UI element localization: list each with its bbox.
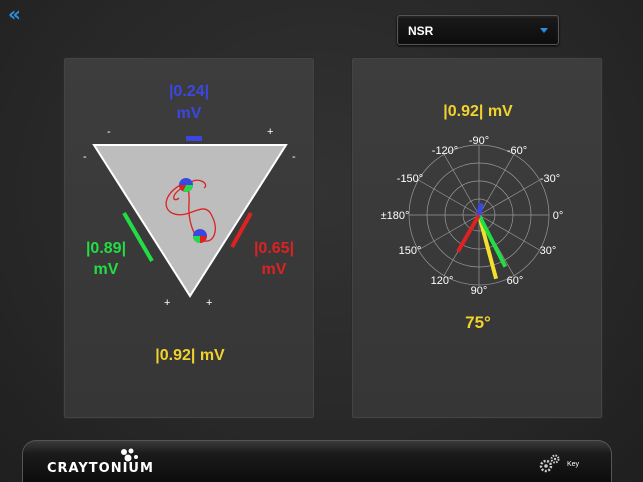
- lead-right-unit: mV: [262, 261, 287, 278]
- vector-III: [456, 213, 481, 253]
- chevron-down-icon: [540, 28, 548, 33]
- footer-bar: CRAYTONIUM Key: [22, 440, 612, 482]
- marker-bottom: [193, 229, 207, 243]
- label-p150: 150°: [399, 245, 422, 257]
- label-m30: -30°: [540, 173, 560, 185]
- vector-I: [476, 202, 484, 216]
- brand-dots-icon: [121, 448, 138, 462]
- label-m90: -90°: [469, 135, 489, 147]
- rhythm-select[interactable]: NSR: [397, 15, 559, 45]
- sign-bottom-left: +: [164, 297, 170, 309]
- key-label: Key: [567, 461, 580, 468]
- label-p60: 60°: [507, 275, 524, 287]
- axis-panel: |0.92| mV -90° -120° -60° -150° -30° ±18…: [351, 57, 603, 419]
- axis-amplitude: |0.92| mV: [443, 103, 513, 120]
- label-p30: 30°: [540, 245, 557, 257]
- einthoven-diagram: |0.24| mV - + - - |0.89| mV |0.65| mV +: [83, 83, 296, 364]
- label-p180: ±180°: [381, 210, 410, 222]
- label-m150: -150°: [397, 173, 423, 185]
- label-m60: -60°: [507, 145, 527, 157]
- lead-top-unit: mV: [177, 105, 202, 122]
- rhythm-select-value: NSR: [408, 24, 434, 38]
- net-amplitude: |0.92| mV: [155, 347, 225, 364]
- lead-top-bar: [186, 136, 202, 141]
- label-p120: 120°: [431, 275, 454, 287]
- einthoven-panel: |0.24| mV - + - - |0.89| mV |0.65| mV +: [63, 57, 315, 419]
- marker-top: [179, 178, 193, 192]
- lead-right-value: |0.65|: [254, 240, 294, 257]
- lead-left-value: |0.89|: [86, 240, 126, 257]
- back-icon[interactable]: «: [8, 4, 28, 25]
- gears-icon: [539, 454, 560, 473]
- sign-top-right: +: [267, 126, 273, 138]
- sign-bottom-right: +: [206, 297, 212, 309]
- label-zero: 0°: [553, 210, 564, 222]
- sign-left: -: [83, 151, 87, 163]
- sign-right: -: [292, 151, 296, 163]
- label-p90: 90°: [471, 285, 488, 297]
- sign-top-left: -: [107, 126, 111, 138]
- lead-left-unit: mV: [94, 261, 119, 278]
- axis-angle: 75°: [465, 313, 491, 332]
- axis-wheel: |0.92| mV -90° -120° -60° -150° -30° ±18…: [381, 103, 564, 332]
- label-m120: -120°: [432, 145, 458, 157]
- polar-grid: [408, 144, 550, 286]
- lead-top-value: |0.24|: [169, 83, 209, 100]
- key-button[interactable]: Key: [537, 451, 587, 477]
